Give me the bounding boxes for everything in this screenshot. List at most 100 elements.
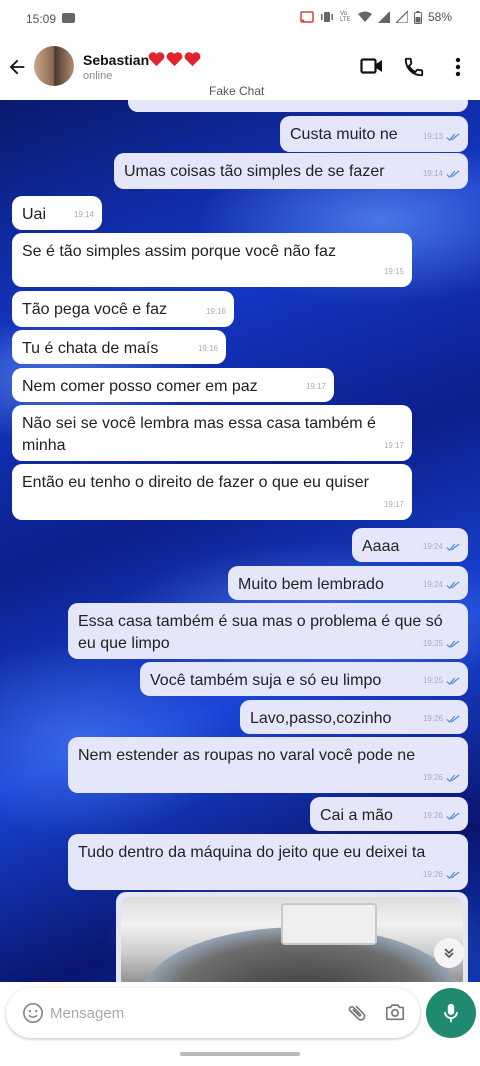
- heart-icon: [166, 52, 183, 67]
- message-time: 19:17: [305, 382, 326, 391]
- signal-icon-2: [395, 11, 408, 23]
- message-text: Nem comer posso comer em paz: [22, 378, 258, 395]
- double-check-icon: [446, 871, 460, 879]
- double-check-icon: [446, 170, 460, 178]
- washing-machine-photo[interactable]: [121, 897, 463, 982]
- image-message[interactable]: [116, 892, 468, 982]
- message-bubble[interactable]: Essa casa também é sua mas o problema é …: [68, 603, 468, 659]
- message-input[interactable]: [50, 1000, 330, 1026]
- message-time: 19:16: [205, 307, 226, 316]
- chevron-double-down-icon: [444, 948, 454, 959]
- phone-icon[interactable]: [403, 56, 425, 78]
- message-text: Então eu tenho o direito de fazer o que …: [22, 474, 369, 491]
- message-time: 19:26: [422, 870, 443, 879]
- message-meta: 19:15: [384, 261, 404, 283]
- partial-message: [128, 100, 468, 112]
- avatar[interactable]: [34, 46, 74, 86]
- message-bubble[interactable]: Lavo,passo,cozinho 19:26: [240, 700, 468, 734]
- status-icons: Vo LTE 58%: [300, 10, 452, 24]
- message-time: 19:14: [422, 169, 443, 178]
- message-bubble[interactable]: Aaaa 19:24: [352, 528, 468, 562]
- message-meta: 19:14: [74, 204, 94, 226]
- message-time: 19:24: [422, 580, 443, 589]
- message-bubble[interactable]: Custa muito ne 19:13: [280, 116, 468, 152]
- message-meta: 19:25: [423, 670, 460, 692]
- battery-percentage: 58%: [427, 10, 452, 24]
- more-vert-icon[interactable]: [450, 56, 466, 78]
- message-bubble[interactable]: Nem comer posso comer em paz 19:17: [12, 368, 334, 402]
- chat-area[interactable]: Custa muito ne 19:13 Umas coisas tão sim…: [0, 100, 480, 982]
- mic-icon: [444, 1003, 458, 1023]
- message-time: 19:17: [383, 441, 404, 450]
- vibrate-icon: [320, 12, 333, 22]
- message-time: 19:26: [422, 811, 443, 820]
- message-text: Se é tão simples assim porque você não f…: [22, 243, 336, 260]
- contact-name[interactable]: Sebastian: [83, 52, 149, 68]
- home-indicator[interactable]: [180, 1052, 300, 1056]
- status-bar: 15:09 Vo LTE 58%: [0, 0, 480, 38]
- message-time: 19:25: [422, 676, 443, 685]
- composer: [0, 982, 480, 1042]
- message-text: Nem estender as roupas no varal você pod…: [78, 747, 416, 764]
- back-arrow-icon[interactable]: [6, 56, 28, 78]
- wifi-icon: [357, 11, 372, 22]
- system-nav-bar: [0, 1042, 480, 1066]
- message-bubble[interactable]: Não sei se você lembra mas essa casa tam…: [12, 405, 412, 461]
- message-meta: 19:26: [423, 767, 460, 789]
- cast-icon: [300, 11, 314, 23]
- status-time: 15:09: [26, 12, 57, 26]
- message-bubble[interactable]: Muito bem lembrado 19:24: [228, 566, 468, 600]
- message-time: 19:14: [73, 210, 94, 219]
- double-check-icon: [446, 715, 460, 723]
- double-check-icon: [446, 543, 460, 551]
- message-bubble[interactable]: Então eu tenho o direito de fazer o que …: [12, 464, 412, 520]
- video-call-icon[interactable]: [360, 56, 384, 76]
- double-check-icon: [446, 640, 460, 648]
- message-meta: 19:16: [198, 338, 218, 360]
- double-check-icon: [446, 133, 460, 141]
- message-time: 19:26: [422, 714, 443, 723]
- scroll-to-bottom-button[interactable]: [434, 938, 464, 968]
- double-check-icon: [446, 812, 460, 820]
- message-time: 19:26: [422, 773, 443, 782]
- message-meta: 19:24: [423, 574, 460, 596]
- message-bubble[interactable]: Cai a mão 19:26: [310, 797, 468, 831]
- message-text: Tu é chata de maís: [22, 340, 159, 357]
- message-time: 19:24: [422, 542, 443, 551]
- message-text: Umas coisas tão simples de se fazer: [124, 163, 385, 180]
- message-bubble[interactable]: Você também suja e só eu limpo 19:25: [140, 662, 468, 696]
- message-text: Você também suja e só eu limpo: [150, 672, 382, 689]
- heart-icon: [148, 52, 165, 67]
- message-bubble[interactable]: Tão pega você e faz 19:16: [12, 291, 234, 327]
- contact-status: online: [83, 70, 113, 82]
- message-meta: 19:13: [423, 126, 460, 148]
- message-bubble[interactable]: Se é tão simples assim porque você não f…: [12, 233, 412, 287]
- message-meta: 19:17: [384, 494, 404, 516]
- double-check-icon: [446, 677, 460, 685]
- message-meta: 19:17: [306, 376, 326, 398]
- emoji-icon[interactable]: [22, 1002, 44, 1024]
- message-text: Tudo dentro da máquina do jeito que eu d…: [78, 844, 426, 861]
- message-bubble[interactable]: Uai 19:14: [12, 196, 102, 230]
- message-meta: 19:25: [423, 633, 460, 655]
- message-time: 19:15: [383, 267, 404, 276]
- message-time: 19:25: [422, 639, 443, 648]
- message-meta: 19:26: [423, 708, 460, 730]
- signal-icon: [377, 11, 390, 23]
- double-check-icon: [446, 774, 460, 782]
- message-bubble[interactable]: Tudo dentro da máquina do jeito que eu d…: [68, 834, 468, 890]
- message-input-pill[interactable]: [6, 988, 420, 1038]
- message-bubble[interactable]: Tu é chata de maís 19:16: [12, 330, 226, 364]
- message-text: Essa casa também é sua mas o problema é …: [78, 613, 443, 652]
- message-bubble[interactable]: Nem estender as roupas no varal você pod…: [68, 737, 468, 793]
- media-recording-icon: [62, 13, 75, 23]
- message-meta: 19:17: [384, 435, 404, 457]
- volte-label: Vo LTE: [339, 11, 351, 23]
- message-bubble[interactable]: Umas coisas tão simples de se fazer 19:1…: [114, 153, 468, 189]
- camera-icon[interactable]: [384, 1001, 406, 1023]
- attach-icon[interactable]: [346, 1002, 368, 1024]
- washer-lid: [281, 903, 377, 945]
- heart-icon: [184, 52, 201, 67]
- message-time: 19:17: [383, 500, 404, 509]
- mic-button[interactable]: [426, 988, 476, 1038]
